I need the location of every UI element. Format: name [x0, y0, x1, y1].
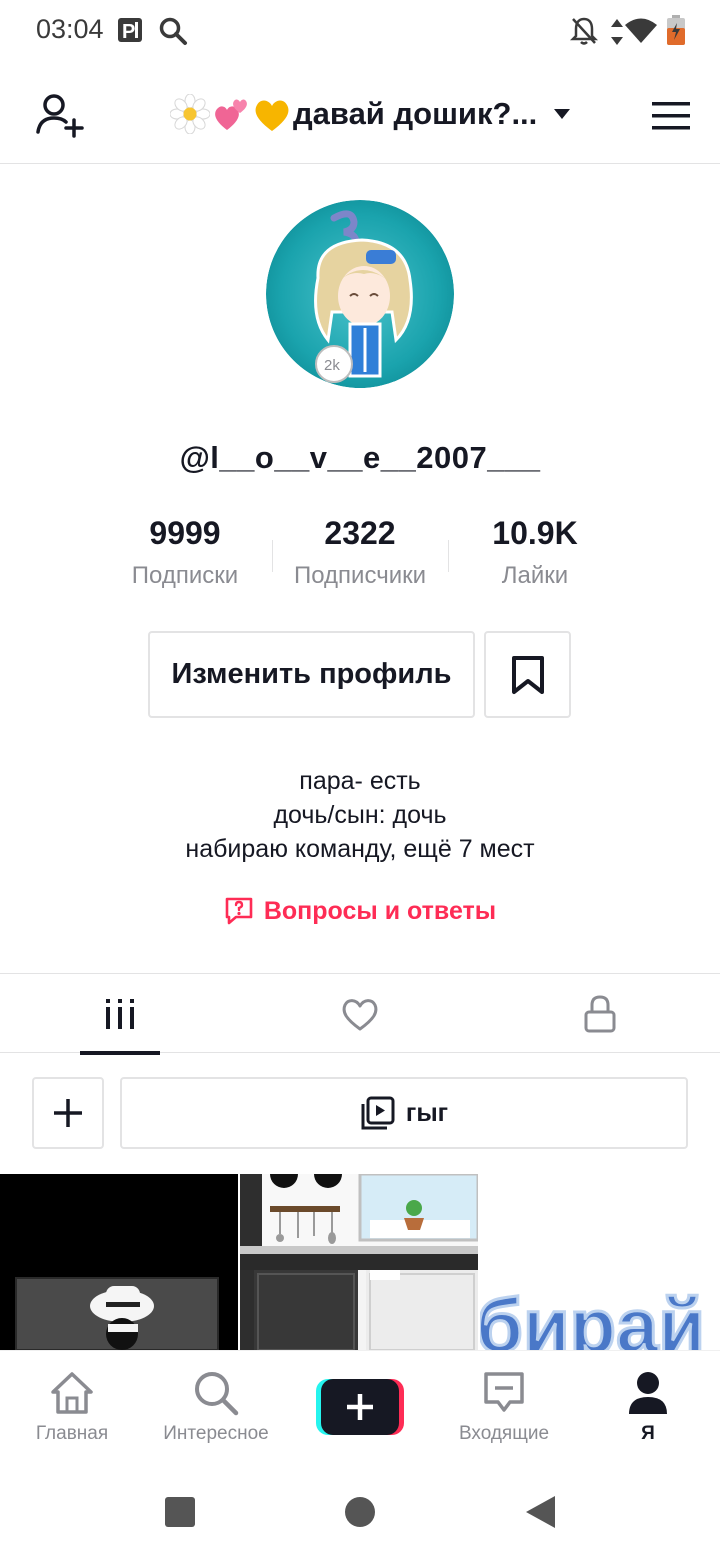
- nav-home-label: Главная: [35, 1423, 109, 1444]
- add-friend-button[interactable]: [32, 88, 88, 144]
- nav-profile[interactable]: Я: [576, 1351, 720, 1463]
- data-arrows-icon: [610, 18, 624, 51]
- menu-button[interactable]: [643, 88, 699, 144]
- avatar[interactable]: 2k: [266, 200, 454, 388]
- create-icon: [316, 1379, 404, 1435]
- likes-count: 10.9K: [492, 515, 578, 551]
- system-nav-bar: [0, 1462, 720, 1560]
- following-count: 9999: [149, 515, 221, 551]
- followers-count: 2322: [324, 515, 396, 551]
- tab-liked[interactable]: [240, 974, 480, 1054]
- bio: пара- есть дочь/сын: дочь набираю команд…: [0, 764, 720, 866]
- daisy-emoji: [169, 93, 211, 135]
- edit-profile-button[interactable]: Изменить профиль: [148, 631, 475, 718]
- status-time: 03:04: [36, 14, 104, 44]
- wifi-icon: [624, 18, 658, 49]
- notifications-off-icon: [569, 16, 599, 51]
- profile-display-name: давай дошик?...: [293, 96, 538, 131]
- yellow-heart-emoji: [252, 94, 292, 134]
- nav-home[interactable]: Главная: [0, 1351, 144, 1463]
- back-button[interactable]: [518, 1490, 562, 1534]
- heart-icon: [342, 999, 378, 1031]
- circle-icon: [345, 1497, 375, 1527]
- bottom-nav: Главная Интересное Входящие Я: [0, 1350, 720, 1462]
- nav-discover-label: Интересное: [163, 1423, 269, 1444]
- tab-active-indicator: [80, 1051, 160, 1055]
- followers-stat[interactable]: 2322 Подписчики: [272, 512, 448, 590]
- search-icon: [192, 1369, 240, 1417]
- followers-label: Подписчики: [293, 562, 427, 589]
- question-chat-icon: [225, 897, 253, 925]
- chevron-down-icon: [553, 108, 571, 120]
- avatar-badge-text: 2k: [324, 357, 340, 374]
- inbox-icon: [480, 1369, 528, 1417]
- video-thumbnail[interactable]: [0, 1174, 238, 1350]
- battery-icon: [666, 14, 686, 51]
- bookmark-icon: [511, 655, 544, 694]
- thumbnail-overlay-text: бирай: [480, 1284, 705, 1350]
- playlist-name: гыг: [405, 1098, 449, 1127]
- add-user-icon: [36, 94, 84, 138]
- recents-button[interactable]: [158, 1490, 202, 1534]
- favorites-button[interactable]: [484, 631, 571, 718]
- video-thumbnail[interactable]: [240, 1174, 478, 1350]
- qa-link[interactable]: Вопросы и ответы: [0, 896, 720, 926]
- bio-line: пара- есть: [299, 767, 421, 795]
- hamburger-icon: [652, 102, 690, 130]
- video-thumbnail[interactable]: бирай: [480, 1174, 720, 1350]
- lock-icon: [584, 995, 616, 1033]
- square-icon: [165, 1497, 195, 1527]
- home-system-button[interactable]: [338, 1490, 382, 1534]
- bio-line: дочь/сын: дочь: [273, 801, 447, 829]
- tab-private[interactable]: [480, 974, 720, 1054]
- likes-label: Лайки: [501, 562, 569, 589]
- status-bar: 03:04 P: [0, 0, 720, 64]
- likes-stat[interactable]: 10.9K Лайки: [447, 512, 623, 590]
- add-playlist-button[interactable]: [32, 1077, 104, 1149]
- bio-line: набираю команду, ещё 7 мест: [185, 835, 535, 863]
- video-grid: бирай: [0, 1174, 720, 1350]
- qa-link-label: Вопросы и ответы: [263, 896, 497, 925]
- home-icon: [48, 1369, 96, 1417]
- nav-profile-label: Я: [641, 1423, 655, 1444]
- grid-icon: [106, 999, 134, 1029]
- username: @l__o__v__e__2007___: [179, 440, 541, 475]
- plus-icon: [54, 1099, 82, 1127]
- tab-videos[interactable]: [0, 974, 240, 1055]
- nav-inbox-label: Входящие: [458, 1423, 550, 1444]
- nav-inbox[interactable]: Входящие: [432, 1351, 576, 1463]
- svg-text:P: P: [122, 21, 135, 43]
- following-stat[interactable]: 9999 Подписки: [97, 512, 273, 590]
- create-button[interactable]: [316, 1379, 404, 1435]
- playlist-button[interactable]: гыг: [120, 1077, 688, 1149]
- nav-discover[interactable]: Интересное: [144, 1351, 288, 1463]
- search-status-icon: [158, 16, 188, 51]
- content-tabs: [0, 973, 720, 1055]
- triangle-back-icon: [526, 1496, 555, 1528]
- two-hearts-emoji: [211, 94, 251, 134]
- profile-icon: [624, 1369, 672, 1417]
- following-label: Подписки: [131, 562, 239, 589]
- top-nav: давай дошик?...: [0, 64, 720, 164]
- playlist-icon: [361, 1096, 395, 1130]
- parking-app-icon: P: [116, 16, 144, 49]
- account-switcher[interactable]: давай дошик?...: [169, 90, 571, 138]
